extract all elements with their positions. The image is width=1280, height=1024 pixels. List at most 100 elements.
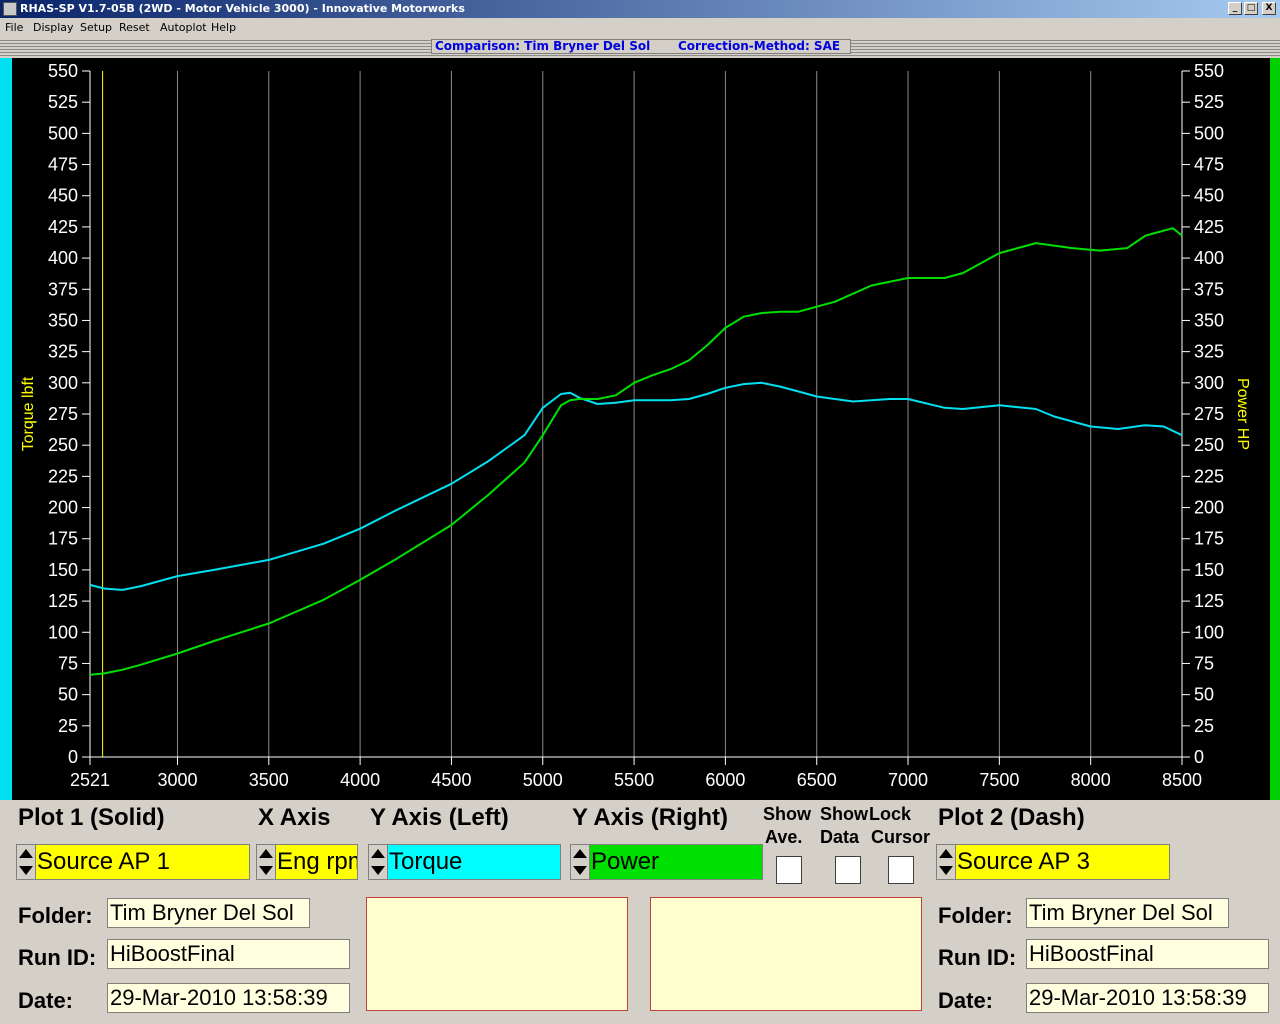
yleft-spinner[interactable]	[369, 845, 388, 879]
left-runid-label: Run ID:	[18, 945, 97, 970]
dyno-chart[interactable]: 2521 3000 3500 4000 4500 5000 5500 6000 6500 7000…	[12, 58, 1270, 800]
y-right-tick-label: 450	[1194, 186, 1224, 206]
menu-autoplot[interactable]: Autoplot	[160, 21, 207, 34]
x-tick-label: 2521	[70, 770, 110, 790]
xaxis-spinner[interactable]	[257, 845, 276, 879]
y-right-tick-label: 0	[1194, 747, 1204, 767]
y-right-tick-label: 425	[1194, 217, 1224, 237]
yleft-select[interactable]: Torque	[368, 844, 561, 880]
right-runid-field[interactable]: HiBoostFinal	[1026, 939, 1269, 969]
y-right-tick-label: 150	[1194, 560, 1224, 580]
plot2-label: Plot 2 (Dash)	[938, 804, 1085, 831]
menu-file[interactable]: File	[5, 21, 23, 34]
correction-text: Correction-Method: SAE	[678, 39, 841, 53]
chart-svg[interactable]: 2521 3000 3500 4000 4500 5000 5500 6000 6500 7000…	[12, 58, 1270, 800]
y-left-tick-label: 225	[48, 466, 78, 486]
info-panel-right	[650, 897, 922, 1011]
y-left-tick-label: 400	[48, 248, 78, 268]
right-date-field[interactable]: 29-Mar-2010 13:58:39	[1026, 983, 1269, 1013]
show-ave-checkbox[interactable]	[776, 856, 802, 884]
y-left-tick-label: 125	[48, 591, 78, 611]
x-tick-label: 4500	[431, 770, 471, 790]
spin-down-icon[interactable]	[259, 866, 273, 875]
spin-up-icon[interactable]	[371, 849, 385, 858]
x-tick-label: 4000	[340, 770, 380, 790]
spin-down-icon[interactable]	[19, 866, 33, 875]
menu-help[interactable]: Help	[211, 21, 236, 34]
x-tick-label: 7500	[979, 770, 1019, 790]
y-left-tick-label: 75	[58, 653, 78, 673]
y-right-tick-label: 275	[1194, 404, 1224, 424]
maximize-button[interactable]: □	[1244, 2, 1258, 15]
yleft-label: Y Axis (Left)	[370, 804, 509, 831]
plot1-source-select[interactable]: Source AP 1	[16, 844, 250, 880]
right-date-label: Date:	[938, 988, 994, 1013]
y-right-tick-label: 475	[1194, 155, 1224, 175]
spin-up-icon[interactable]	[19, 849, 33, 858]
spin-down-icon[interactable]	[573, 866, 587, 875]
left-folder-field[interactable]: Tim Bryner Del Sol	[107, 898, 310, 928]
right-folder-label: Folder:	[938, 903, 1013, 928]
plot2-spinner[interactable]	[937, 845, 956, 879]
close-button[interactable]: X	[1262, 2, 1276, 15]
plot1-label: Plot 1 (Solid)	[18, 804, 165, 831]
menu-display[interactable]: Display	[33, 21, 74, 34]
spin-up-icon[interactable]	[939, 849, 953, 858]
plot1-spinner[interactable]	[17, 845, 36, 879]
show-ave-label-2: Ave.	[765, 827, 803, 847]
spin-down-icon[interactable]	[371, 866, 385, 875]
y-left-tick-label: 275	[48, 404, 78, 424]
lock-cursor-label-2: Cursor	[871, 827, 931, 847]
y-right-tick-label: 250	[1194, 435, 1224, 455]
y-right-axis-title: Power HP	[1234, 378, 1251, 450]
yright-spinner[interactable]	[571, 845, 590, 879]
x-tick-label: 7000	[888, 770, 928, 790]
plot1-source-value: Source AP 1	[37, 848, 170, 875]
spin-up-icon[interactable]	[573, 849, 587, 858]
y-left-tick-label: 100	[48, 622, 78, 642]
plot2-source-select[interactable]: Source AP 3	[936, 844, 1170, 880]
x-tick-label: 3000	[157, 770, 197, 790]
window-title: RHAS-SP V1.7-05B (2WD - Motor Vehicle 30…	[20, 2, 465, 15]
y-left-axis-title: Torque lbft	[20, 376, 37, 451]
y-right-tick-label: 125	[1194, 591, 1224, 611]
header-bar: Comparison: Tim Bryner Del Sol Correctio…	[0, 38, 1280, 56]
y-right-tick-label: 200	[1194, 498, 1224, 518]
yright-select[interactable]: Power	[570, 844, 763, 880]
y-right-tick-label: 50	[1194, 685, 1214, 705]
y-left-tick-label: 475	[48, 155, 78, 175]
lock-cursor-label-1: Lock	[869, 804, 912, 824]
left-color-strip	[0, 58, 12, 800]
y-right-tick-label: 75	[1194, 653, 1214, 673]
x-tick-label: 3500	[249, 770, 289, 790]
x-tick-label: 5500	[614, 770, 654, 790]
menu-reset[interactable]: Reset	[119, 21, 150, 34]
spin-up-icon[interactable]	[259, 849, 273, 858]
y-left-tick-label: 25	[58, 716, 78, 736]
spin-down-icon[interactable]	[939, 866, 953, 875]
y-left-tick-label: 175	[48, 529, 78, 549]
left-date-field[interactable]: 29-Mar-2010 13:58:39	[107, 983, 350, 1013]
right-folder-field[interactable]: Tim Bryner Del Sol	[1026, 898, 1229, 928]
y-right-tick-label: 350	[1194, 310, 1224, 330]
y-left-tick-label: 0	[68, 747, 78, 767]
x-tick-label: 8500	[1162, 770, 1202, 790]
yright-value: Power	[591, 848, 660, 875]
y-right-tick-label: 375	[1194, 279, 1224, 299]
left-folder-label: Folder:	[18, 903, 93, 928]
y-right-tick-label: 550	[1194, 61, 1224, 81]
show-data-checkbox[interactable]	[835, 856, 861, 884]
xaxis-select[interactable]: Eng rpm	[256, 844, 358, 880]
comparison-text: Comparison: Tim Bryner Del Sol	[435, 39, 651, 53]
left-runid-field[interactable]: HiBoostFinal	[107, 939, 350, 969]
minimize-button[interactable]: _	[1228, 2, 1242, 15]
lock-cursor-checkbox[interactable]	[888, 856, 914, 884]
right-runid-label: Run ID:	[938, 945, 1017, 970]
y-left-tick-label: 250	[48, 435, 78, 455]
series-line-power	[89, 227, 1183, 676]
y-left-tick-label: 300	[48, 373, 78, 393]
y-right-tick-label: 500	[1194, 123, 1224, 143]
menu-setup[interactable]: Setup	[80, 21, 112, 34]
show-data-label-2: Data	[820, 827, 860, 847]
y-right-tick-label: 325	[1194, 342, 1224, 362]
